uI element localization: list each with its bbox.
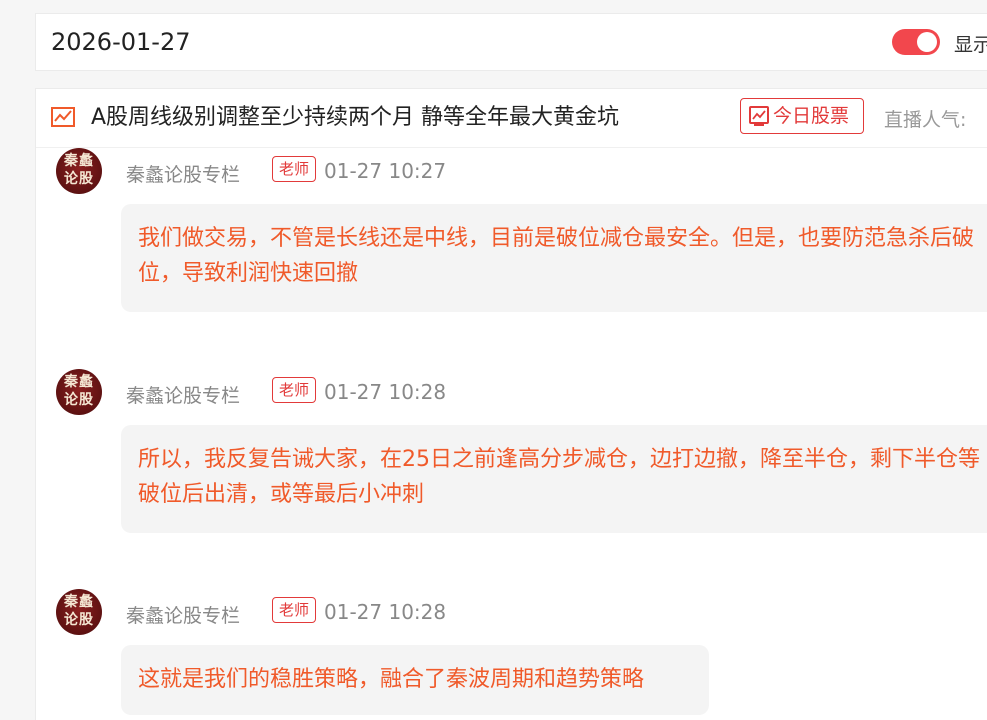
avatar-text: 秦蠡论股 <box>64 594 94 628</box>
avatar[interactable]: 秦蠡论股 <box>56 369 102 415</box>
message-bubble: 我们做交易，不管是长线还是中线，目前是破位减仓最安全。但是，也要防范急杀后破位，… <box>121 204 987 312</box>
toggle-label: 显示 <box>954 34 987 56</box>
popularity-label: 直播人气: <box>884 109 967 131</box>
message-time: 01-27 10:28 <box>324 380 447 404</box>
message-time: 01-27 10:27 <box>324 159 447 183</box>
live-header: A股周线级别调整至少持续两个月 静等全年最大黄金坑 今日股票 直播人气: <box>36 89 987 148</box>
display-toggle[interactable] <box>892 29 940 55</box>
avatar[interactable]: 秦蠡论股 <box>56 148 102 194</box>
teacher-badge: 老师 <box>272 597 316 623</box>
date-label[interactable]: 2026-01-27 <box>51 27 190 57</box>
teacher-badge: 老师 <box>272 156 316 182</box>
author-name: 秦蠡论股专栏 <box>126 164 241 186</box>
avatar-text: 秦蠡论股 <box>64 374 94 408</box>
live-title: A股周线级别调整至少持续两个月 静等全年最大黄金坑 <box>91 105 620 130</box>
message-bubble: 这就是我们的稳胜策略，融合了秦波周期和趋势策略 <box>121 645 709 715</box>
message-time: 01-27 10:28 <box>324 600 447 624</box>
teacher-badge: 老师 <box>272 377 316 403</box>
author-name: 秦蠡论股专栏 <box>126 605 241 627</box>
today-stock-button[interactable]: 今日股票 <box>740 98 864 134</box>
author-name: 秦蠡论股专栏 <box>126 385 241 407</box>
today-stock-label: 今日股票 <box>773 105 850 127</box>
live-panel: A股周线级别调整至少持续两个月 静等全年最大黄金坑 今日股票 直播人气: 秦蠡论… <box>35 88 987 720</box>
live-page: 2026-01-27 显示 A股周线级别调整至少持续两个月 静等全年最大黄金坑 … <box>0 0 987 720</box>
line-chart-icon <box>51 107 75 127</box>
stock-chart-icon <box>749 106 769 126</box>
toggle-knob <box>917 32 937 52</box>
avatar-text: 秦蠡论股 <box>64 153 94 187</box>
message-bubble: 所以，我反复告诫大家，在25日之前逢高分步减仓，边打边撤，降至半仓，剩下半仓等破… <box>121 425 987 533</box>
date-bar: 2026-01-27 显示 <box>35 13 987 71</box>
avatar[interactable]: 秦蠡论股 <box>56 589 102 635</box>
